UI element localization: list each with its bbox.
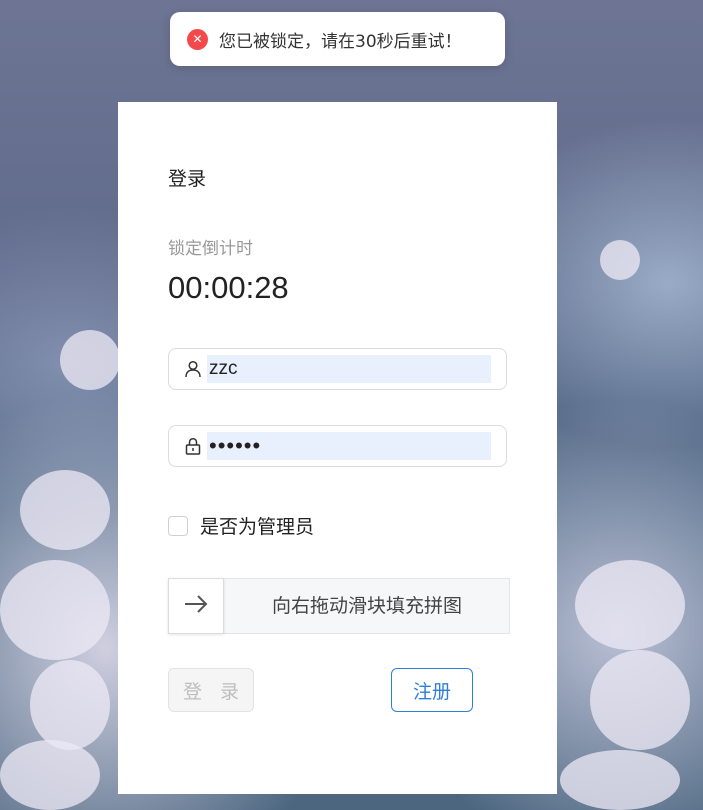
login-title: 登录 <box>168 168 207 190</box>
countdown-label: 锁定倒计时 <box>168 239 253 259</box>
password-input[interactable]: •••••• <box>207 432 491 460</box>
lockout-toast: ✕ 您已被锁定，请在30秒后重试！ <box>170 12 505 66</box>
slider-handle[interactable] <box>168 578 224 634</box>
toast-message: 您已被锁定，请在30秒后重试！ <box>219 31 462 52</box>
admin-checkbox[interactable] <box>168 515 188 536</box>
username-input[interactable]: zzc <box>207 355 491 383</box>
slider-hint: 向右拖动滑块填充拼图 <box>271 595 462 617</box>
login-card: 登录 锁定倒计时 00:00:28 zzc •••••• 是否为管理员 向右拖动… <box>118 102 557 794</box>
arrow-right-icon <box>183 594 209 618</box>
user-icon <box>184 360 202 378</box>
admin-checkbox-row[interactable]: 是否为管理员 <box>168 512 314 539</box>
admin-checkbox-label[interactable]: 是否为管理员 <box>200 512 314 539</box>
error-circle-icon: ✕ <box>187 28 208 50</box>
lock-icon <box>184 437 202 455</box>
login-button[interactable]: 登 录 <box>168 668 254 712</box>
register-button[interactable]: 注册 <box>391 668 473 712</box>
slider-captcha: 向右拖动滑块填充拼图 <box>168 578 510 634</box>
username-field[interactable]: zzc <box>168 348 507 390</box>
countdown-value: 00:00:28 <box>168 270 289 305</box>
password-field[interactable]: •••••• <box>168 425 507 467</box>
